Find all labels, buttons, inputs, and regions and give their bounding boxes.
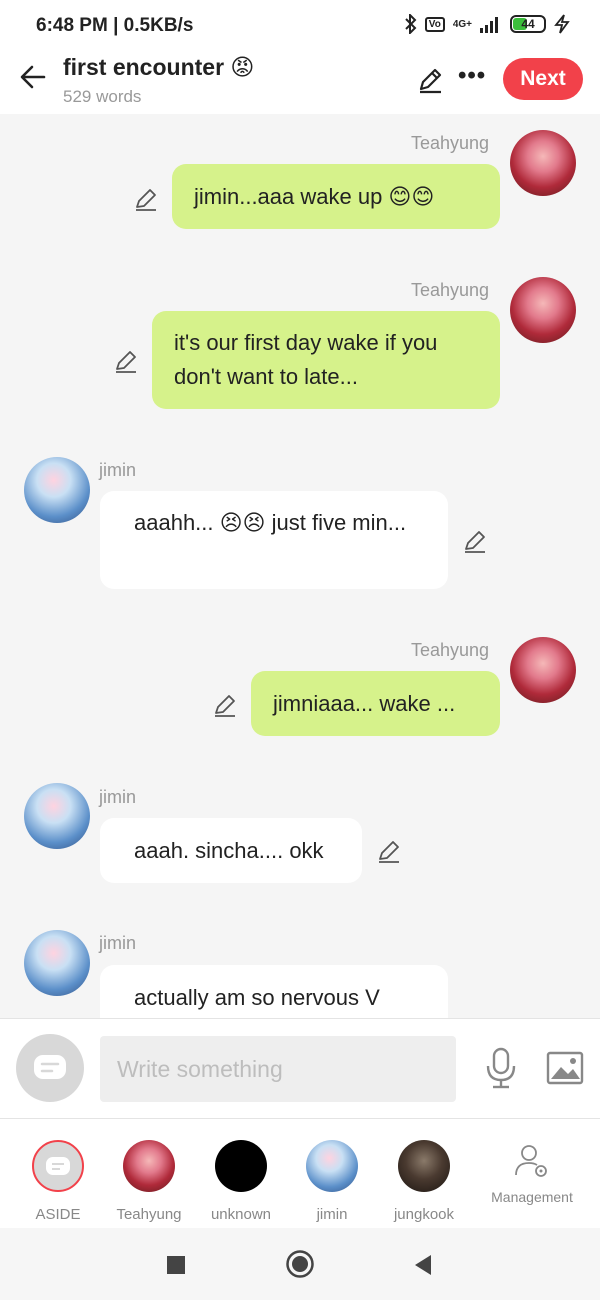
mic-icon[interactable] (484, 1047, 518, 1089)
avatar[interactable] (510, 277, 576, 343)
character-label: ASIDE (35, 1206, 81, 1223)
character-jungkook[interactable]: jungkook (379, 1137, 469, 1223)
triangle-back-icon[interactable] (413, 1254, 433, 1276)
pencil-icon[interactable] (462, 528, 488, 554)
page-title[interactable]: first encounter 😡 (63, 54, 254, 81)
pencil-icon[interactable] (133, 186, 159, 212)
status-icons: Vo 4G+ 44 (405, 14, 570, 34)
character-management[interactable]: Management (486, 1143, 578, 1205)
avatar (306, 1140, 358, 1192)
character-teahyung[interactable]: Teahyung (104, 1137, 194, 1223)
pencil-icon[interactable] (212, 692, 238, 718)
character-label: unknown (210, 1206, 272, 1223)
message-input[interactable] (100, 1036, 456, 1102)
signal-icon (480, 17, 498, 33)
speaker-name: Teahyung (411, 280, 490, 300)
signal-label: 4G+ (452, 18, 472, 30)
character-aside[interactable]: ASIDE (13, 1137, 103, 1223)
message-bubble[interactable]: it's our first day wake if you don't wan… (152, 311, 500, 409)
battery-icon: 44 (510, 15, 546, 33)
bluetooth-icon (405, 14, 417, 34)
speaker-name: jimin (99, 933, 137, 953)
avatar (123, 1140, 175, 1192)
system-nav-bar (0, 1228, 600, 1300)
pencil-icon[interactable] (376, 838, 402, 864)
volte-icon: Vo (424, 16, 445, 32)
avatar[interactable] (510, 637, 576, 703)
status-bar: 6:48 PM | 0.5KB/s Vo 4G+ 44 (0, 0, 600, 52)
composer (0, 1018, 600, 1118)
message-bubble[interactable]: jimin...aaa wake up 😊😊 (172, 164, 500, 229)
character-jimin[interactable]: jimin (287, 1137, 377, 1223)
pencil-icon[interactable] (416, 66, 444, 94)
avatar (398, 1140, 450, 1192)
image-icon[interactable] (546, 1051, 584, 1085)
character-label: jimin (316, 1206, 348, 1223)
speaker-name: jimin (99, 460, 137, 480)
chat-icon (32, 1140, 84, 1192)
aside-toggle-button[interactable] (16, 1034, 84, 1102)
pencil-icon[interactable] (113, 348, 139, 374)
charging-icon (554, 14, 570, 34)
word-count: 529 words (63, 87, 142, 106)
avatar[interactable] (24, 930, 90, 996)
avatar[interactable] (510, 130, 576, 196)
status-time: 6:48 PM | 0.5KB/s (36, 15, 194, 36)
speaker-name: Teahyung (411, 640, 490, 660)
message-bubble[interactable]: actually am so nervous V (100, 965, 448, 1018)
avatar[interactable] (24, 457, 90, 523)
character-label: jungkook (393, 1206, 455, 1223)
speaker-name: Teahyung (411, 133, 490, 153)
circle-icon[interactable] (285, 1249, 315, 1279)
story-header: first encounter 😡 529 words ••• Next (0, 52, 600, 114)
message-bubble[interactable]: aaah. sincha.... okk (100, 818, 362, 883)
arrow-left-icon[interactable] (18, 62, 48, 92)
character-label: Teahyung (116, 1206, 182, 1223)
avatar[interactable] (24, 783, 90, 849)
speaker-name: jimin (99, 787, 137, 807)
chat-icon (34, 1055, 66, 1079)
character-unknown[interactable]: unknown (196, 1137, 286, 1223)
next-button[interactable]: Next (503, 58, 583, 100)
avatar (215, 1140, 267, 1192)
message-bubble[interactable]: aaahh... 😣😣 just five min... (100, 491, 448, 589)
more-icon[interactable]: ••• (458, 62, 486, 90)
person-gear-icon (515, 1145, 547, 1177)
character-bar: ASIDE Teahyung unknown jimin jungkook Ma… (0, 1118, 600, 1228)
chat-area[interactable]: Teahyung jimin...aaa wake up 😊😊 Teahyung… (0, 114, 600, 1018)
message-bubble[interactable]: jimniaaa... wake ... (251, 671, 500, 736)
character-label: Management (491, 1189, 573, 1205)
square-icon[interactable] (166, 1255, 186, 1275)
